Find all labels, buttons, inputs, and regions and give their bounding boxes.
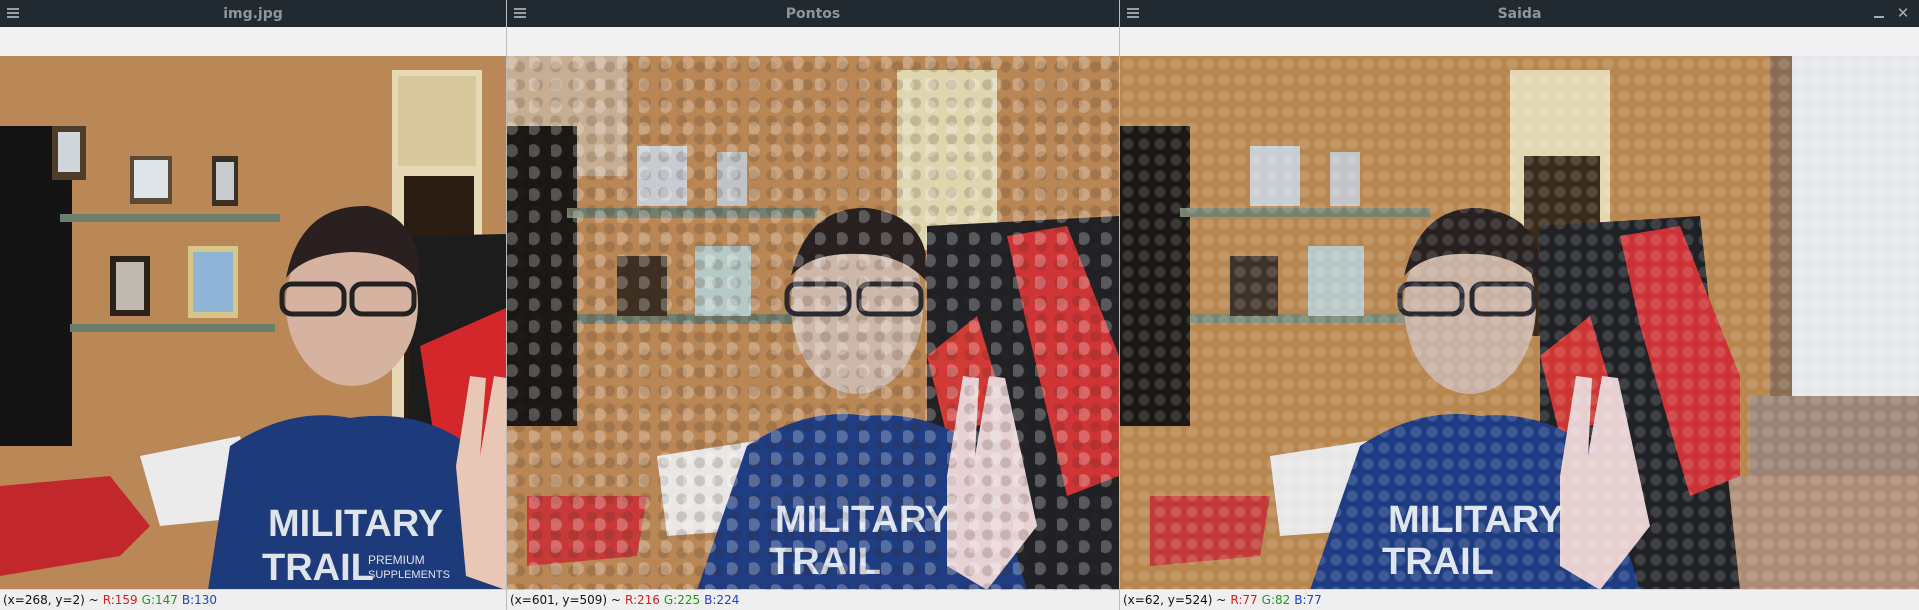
shirt-tag-line2: SUPPLEMENTS: [368, 569, 450, 581]
image-view[interactable]: MILITARY TRAIL: [1120, 56, 1919, 590]
image-view[interactable]: MILITARY TRAIL PREMIUM SUPPLEMENTS: [0, 56, 506, 590]
cursor-coordinates: (x=601, y=509) ~: [510, 593, 621, 607]
shirt-text-line2: TRAIL: [262, 547, 374, 589]
title-bar[interactable]: Pontos: [507, 0, 1119, 27]
shirt-text-line1: MILITARY: [775, 499, 950, 541]
pixel-green-value: G:225: [663, 593, 701, 607]
title-bar[interactable]: Saida ✕: [1120, 0, 1919, 27]
webcam-photo: MILITARY TRAIL PREMIUM SUPPLEMENTS: [0, 56, 506, 590]
shirt-text-line2: TRAIL: [769, 541, 881, 583]
window-pontos: Pontos MILITARY TRAIL (x=601, y=509) ~ R…: [507, 0, 1119, 610]
pixel-green-value: G:147: [141, 593, 178, 607]
pixel-blue-value: B:224: [704, 593, 740, 607]
title-bar[interactable]: img.jpg: [0, 0, 506, 27]
toolbar: [0, 27, 506, 57]
pixel-red-value: R:216: [624, 593, 660, 607]
image-view[interactable]: MILITARY TRAIL: [507, 56, 1119, 590]
window-img-jpg: img.jpg MILITARY TRAIL PREMIUM SUPPLEMEN…: [0, 0, 506, 610]
pixel-green-value: G:82: [1261, 593, 1291, 607]
shirt-text-line1: MILITARY: [268, 503, 443, 545]
hamburger-menu-icon[interactable]: [6, 6, 20, 20]
pixel-blue-value: B:130: [181, 593, 218, 607]
shirt-text-line1: MILITARY: [1388, 499, 1563, 541]
cursor-coordinates: (x=268, y=2) ~: [3, 593, 99, 607]
hamburger-menu-icon[interactable]: [1126, 6, 1140, 20]
minimize-icon[interactable]: [1869, 3, 1889, 23]
window-saida: Saida ✕ MILITARY TRAIL (x=62, y=524) ~ R…: [1120, 0, 1919, 610]
shirt-tag-line1: PREMIUM: [368, 553, 425, 567]
toolbar: [507, 27, 1119, 57]
shirt-text-line2: TRAIL: [1382, 541, 1494, 583]
window-title: Pontos: [785, 5, 841, 22]
close-icon[interactable]: ✕: [1893, 3, 1913, 23]
pointillism-image: MILITARY TRAIL: [507, 56, 1119, 590]
status-bar: (x=268, y=2) ~ R:159 G:147 B:130: [0, 589, 506, 610]
window-title: img.jpg: [223, 5, 283, 22]
window-title: Saida: [1497, 5, 1542, 22]
status-bar: (x=62, y=524) ~ R:77 G:82 B:77: [1120, 589, 1919, 610]
output-image: MILITARY TRAIL: [1120, 56, 1919, 590]
status-bar: (x=601, y=509) ~ R:216 G:225 B:224: [507, 589, 1119, 610]
toolbar: [1120, 27, 1919, 57]
pixel-red-value: R:159: [102, 593, 138, 607]
pixel-blue-value: B:77: [1294, 593, 1322, 607]
hamburger-menu-icon[interactable]: [513, 6, 527, 20]
cursor-coordinates: (x=62, y=524) ~: [1123, 593, 1227, 607]
pixel-red-value: R:77: [1230, 593, 1258, 607]
